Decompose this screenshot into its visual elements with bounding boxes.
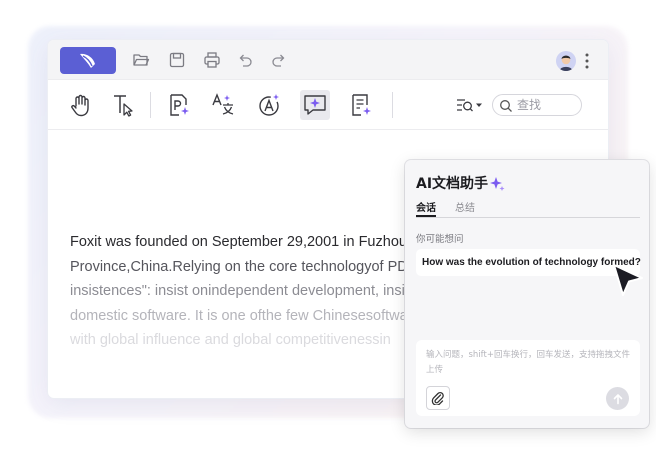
document-line: domestic software. It is one ofthe few C… bbox=[70, 307, 421, 324]
tab-chat[interactable]: 会话 bbox=[416, 199, 436, 214]
search-box[interactable] bbox=[492, 94, 582, 116]
hand-tool-icon bbox=[71, 94, 89, 117]
paperclip-icon bbox=[431, 391, 444, 405]
ai-text-icon bbox=[259, 94, 279, 116]
select-text-button[interactable] bbox=[108, 90, 138, 120]
send-button[interactable] bbox=[606, 387, 629, 410]
suggested-question[interactable]: How was the evolution of technology form… bbox=[416, 249, 641, 276]
folder-open-icon[interactable] bbox=[132, 51, 150, 69]
app-logo-button[interactable] bbox=[60, 47, 116, 74]
ai-summary-button[interactable] bbox=[346, 90, 376, 120]
save-icon[interactable] bbox=[168, 51, 186, 69]
translate-icon bbox=[212, 93, 234, 115]
avatar-face-icon bbox=[556, 51, 576, 71]
print-icon[interactable] bbox=[203, 51, 221, 69]
main-toolbar bbox=[48, 80, 608, 130]
tab-divider bbox=[416, 217, 640, 218]
chat-input-placeholder[interactable]: 输入问题，shift+回车换行，回车发送，支持拖拽文件上传 bbox=[426, 348, 634, 378]
foxit-logo-icon bbox=[80, 53, 95, 68]
tab-summary[interactable]: 总结 bbox=[455, 199, 475, 214]
undo-icon[interactable] bbox=[236, 51, 254, 69]
ai-pdf-button[interactable] bbox=[164, 90, 194, 120]
ai-chat-button[interactable] bbox=[300, 90, 330, 120]
ai-pdf-icon bbox=[170, 94, 189, 116]
translate-button[interactable] bbox=[208, 90, 238, 120]
search-input[interactable] bbox=[517, 97, 577, 113]
ai-sparkle-icon bbox=[490, 177, 505, 191]
select-text-icon bbox=[114, 95, 133, 117]
ai-summary-icon bbox=[352, 94, 371, 116]
more-vertical-icon[interactable] bbox=[582, 51, 592, 71]
suggestion-heading: 你可能想问 bbox=[416, 234, 464, 245]
attach-file-button[interactable] bbox=[426, 386, 450, 410]
document-line: Foxit was founded on September 29,2001 i… bbox=[70, 234, 407, 250]
ai-panel-title: AI文档助手 bbox=[416, 176, 489, 192]
hand-tool-button[interactable] bbox=[66, 90, 96, 120]
find-options-button[interactable] bbox=[454, 90, 484, 120]
find-options-icon bbox=[457, 99, 482, 112]
ai-assistant-panel: AI文档助手 会话 总结 你可能想问 How was the evolution… bbox=[405, 160, 649, 428]
chat-input-box[interactable]: 输入问题，shift+回车换行，回车发送，支持拖拽文件上传 bbox=[416, 340, 640, 416]
document-line: with global influence and global competi… bbox=[70, 332, 391, 348]
user-avatar[interactable] bbox=[556, 51, 576, 71]
send-arrow-icon bbox=[613, 393, 622, 404]
redo-icon[interactable] bbox=[270, 51, 288, 69]
ai-chat-icon bbox=[304, 95, 326, 115]
title-bar bbox=[48, 40, 608, 80]
document-body: Foxit was founded on September 29,2001 i… bbox=[70, 230, 430, 353]
search-icon bbox=[500, 100, 512, 112]
document-line: Province,China.Relying on the core techn… bbox=[70, 258, 417, 275]
document-line: insistences": insist onindependent devel… bbox=[70, 283, 417, 299]
ai-text-button[interactable] bbox=[254, 90, 284, 120]
mouse-pointer-icon bbox=[613, 264, 643, 296]
toolbar-separator bbox=[150, 92, 151, 118]
toolbar-separator bbox=[392, 92, 393, 118]
